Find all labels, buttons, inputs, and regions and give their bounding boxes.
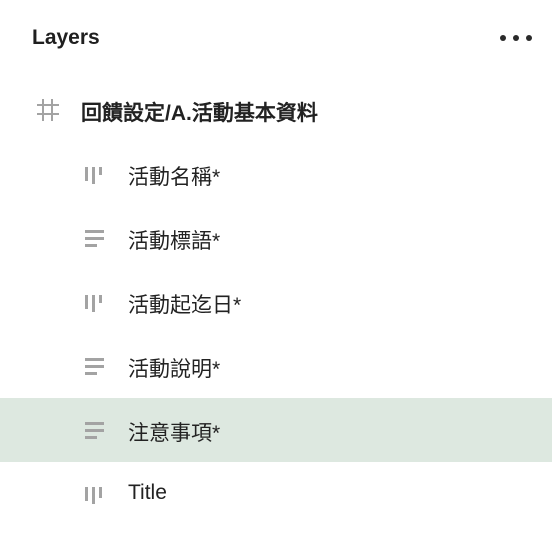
- columns-layout-icon: [85, 487, 102, 504]
- layer-row-frame[interactable]: 回饋設定/A.活動基本資料: [0, 78, 552, 142]
- layer-label: 注意事項*: [128, 422, 221, 445]
- frame-label: 回饋設定/A.活動基本資料: [81, 102, 318, 125]
- text-lines-icon: [85, 358, 104, 375]
- columns-layout-icon: [85, 167, 102, 184]
- layer-row-selected[interactable]: 注意事項*: [0, 398, 552, 462]
- layer-label: 活動標語*: [128, 230, 221, 253]
- layer-label: Title: [128, 481, 167, 504]
- layer-row[interactable]: 活動標語*: [0, 206, 552, 270]
- layer-label: 活動名稱*: [128, 166, 221, 189]
- text-lines-icon: [85, 230, 104, 247]
- layer-row[interactable]: 活動名稱*: [0, 142, 552, 206]
- layer-row[interactable]: Title: [0, 462, 552, 526]
- layer-label: 活動起迄日*: [128, 294, 242, 317]
- layer-row[interactable]: 活動說明*: [0, 334, 552, 398]
- layers-panel: Layers 回饋設定/A.活動基本資料 活動名稱* 活動標語* 活動起迄日* …: [0, 0, 552, 536]
- panel-title: Layers: [32, 26, 100, 49]
- more-options-icon[interactable]: [500, 28, 532, 48]
- layer-row[interactable]: 活動起迄日*: [0, 270, 552, 334]
- panel-header: Layers: [0, 0, 552, 76]
- layer-label: 活動說明*: [128, 358, 221, 381]
- frame-hash-icon: [37, 99, 59, 121]
- text-lines-icon: [85, 422, 104, 439]
- columns-layout-icon: [85, 295, 102, 312]
